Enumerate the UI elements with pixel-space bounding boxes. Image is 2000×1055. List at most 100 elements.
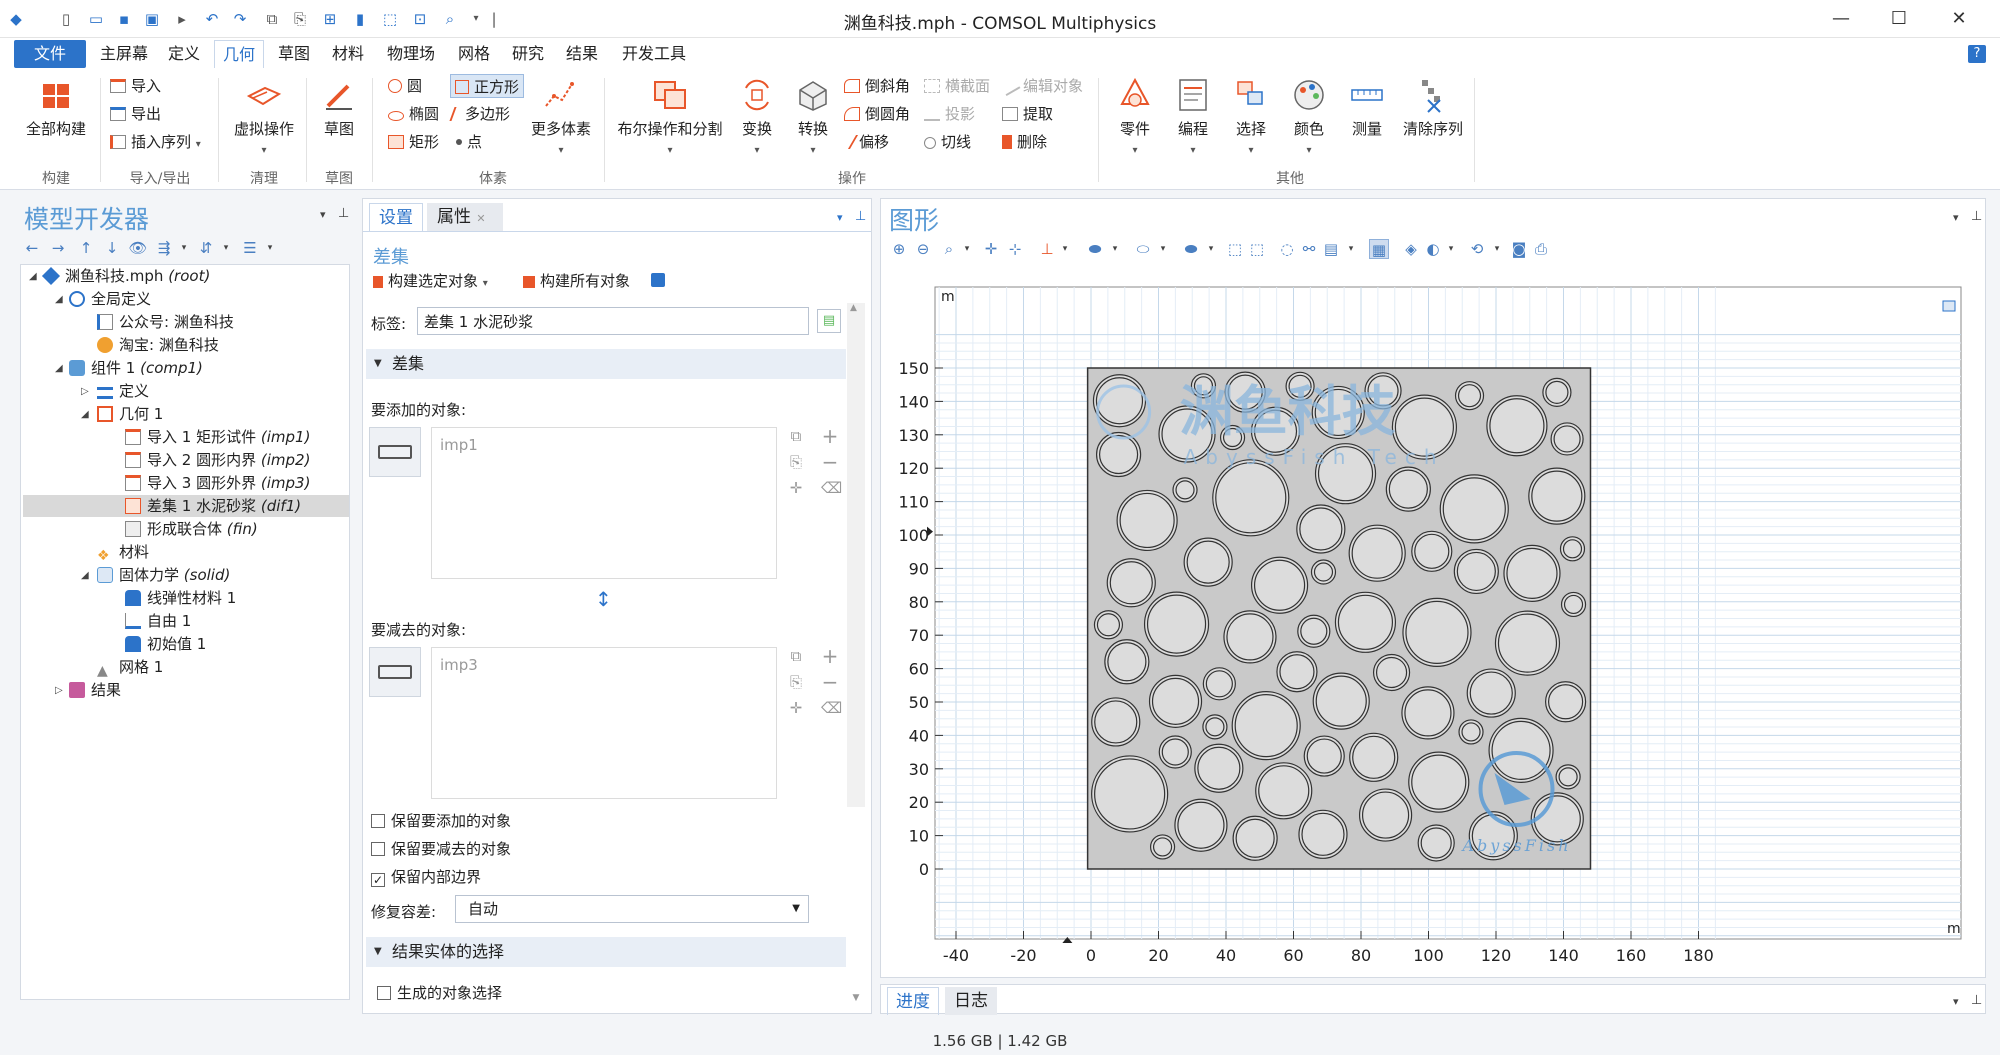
minimize-button[interactable]: — xyxy=(1818,4,1864,34)
active-toggle-button[interactable] xyxy=(369,647,421,697)
camera-icon[interactable]: ◙ xyxy=(1509,239,1529,259)
colors-button[interactable]: 颜色 ▾ xyxy=(1284,76,1334,157)
panel-menu-icon[interactable]: ▾ xyxy=(320,208,326,221)
sketch-button[interactable]: 草图 xyxy=(314,76,364,139)
copy-selection-icon[interactable]: ⧉ xyxy=(787,647,805,665)
select-boundaries-icon[interactable]: ⬭ xyxy=(1133,239,1153,259)
collapse-icon[interactable]: ◢ xyxy=(81,570,89,581)
pin-icon[interactable]: ⊥ xyxy=(1971,993,1982,1008)
add-icon[interactable]: + xyxy=(821,426,839,446)
edit-object-button[interactable]: 编辑对象 xyxy=(999,74,1083,98)
extract-button[interactable]: 提取 xyxy=(1002,102,1053,126)
pin-icon[interactable]: ⊥ xyxy=(1971,209,1982,224)
hide-icon[interactable]: ◌ xyxy=(1277,239,1297,259)
geometry-canvas[interactable]: -40 -20 0 20 40 60 80 100 120 140 160 1801501401301… xyxy=(883,269,1983,969)
select-box-icon[interactable]: ⬚ xyxy=(1225,239,1245,259)
delete-button[interactable]: 删除 xyxy=(1002,130,1047,154)
list-item[interactable]: imp1 xyxy=(440,436,478,454)
tree-node-form-union[interactable]: 形成联合体 (fin) xyxy=(125,518,258,540)
maximize-button[interactable]: ☐ xyxy=(1876,4,1922,34)
offset-button[interactable]: 偏移 xyxy=(839,130,889,154)
resulting-selection-checkbox[interactable]: 生成的对象选择 xyxy=(377,983,502,1003)
point-button[interactable]: 点 xyxy=(456,130,482,154)
label-reset-icon[interactable]: ▤ xyxy=(817,309,841,333)
clear-selection-icon[interactable]: ⌫ xyxy=(821,479,842,497)
help-icon[interactable]: ? xyxy=(1968,45,1986,63)
render-icon[interactable]: ◐ xyxy=(1423,239,1443,259)
move-up-icon[interactable]: ↑ xyxy=(76,238,96,258)
reset-view-icon[interactable]: ⟲ xyxy=(1467,239,1487,259)
tab-materials[interactable]: 材料 xyxy=(326,40,370,68)
pin-icon[interactable]: ⊥ xyxy=(338,206,349,221)
checkbox-box[interactable] xyxy=(371,842,385,856)
zoom-out-icon[interactable]: ⊖ xyxy=(913,239,933,259)
expand-icon[interactable]: ⇶ xyxy=(154,238,174,258)
conversions-button[interactable]: 转换 ▾ xyxy=(788,76,838,157)
tree-node-solid-mechanics[interactable]: 固体力学 (solid) xyxy=(97,564,230,586)
paste-selection-icon[interactable]: ⎘ xyxy=(787,453,805,471)
chevron-down-icon[interactable]: ▾ xyxy=(1341,239,1361,259)
transparency-icon[interactable]: ◈ xyxy=(1401,239,1421,259)
zoom-box-icon[interactable]: ⌕ xyxy=(939,239,959,259)
copy-selection-icon[interactable]: ⧉ xyxy=(787,427,805,445)
build-all-objects-button[interactable]: 构建所有对象 xyxy=(523,269,630,293)
close-button[interactable]: ✕ xyxy=(1936,4,1982,34)
scroll-down-icon[interactable]: ▼ xyxy=(847,993,865,1013)
more-primitives-button[interactable]: 更多体素 ▾ xyxy=(526,76,596,157)
axis-icon[interactable]: ⊥ xyxy=(1037,239,1057,259)
chevron-down-icon[interactable]: ▾ xyxy=(174,238,194,258)
swap-icon[interactable]: ↕ xyxy=(595,587,612,611)
view-icon[interactable]: ▤ xyxy=(1321,239,1341,259)
polygon-button[interactable]: 多边形 xyxy=(449,102,510,126)
collapse-icon[interactable]: ◢ xyxy=(29,271,37,282)
keep-add-checkbox[interactable]: 保留要添加的对象 xyxy=(371,811,511,831)
tree-node-free[interactable]: 自由 1 xyxy=(125,610,191,632)
tree-node-difference-selected[interactable]: 差集 1 水泥砂浆 (dif1) xyxy=(23,495,349,517)
clear-selection-icon[interactable]: ⌫ xyxy=(821,699,842,717)
zoom-selected-icon[interactable]: ⊹ xyxy=(1005,239,1025,259)
tab-study[interactable]: 研究 xyxy=(506,40,550,68)
panel-menu-icon[interactable]: ▾ xyxy=(1953,211,1959,224)
select-domains-icon[interactable]: ⬬ xyxy=(1181,239,1201,259)
tab-properties[interactable]: 属性 ✕ xyxy=(427,203,503,231)
scroll-up-icon[interactable]: ▲ xyxy=(850,303,857,313)
programming-button[interactable]: 编程 ▾ xyxy=(1168,76,1218,157)
rectangle-button[interactable]: 矩形 xyxy=(388,130,439,154)
expand-icon[interactable]: ▷ xyxy=(55,685,63,696)
collapse-icon[interactable]: ◢ xyxy=(55,363,63,374)
list-view-icon[interactable]: ☰ xyxy=(240,238,260,258)
zoom-extents-icon[interactable]: ✛ xyxy=(981,239,1001,259)
checkbox-box[interactable] xyxy=(377,986,391,1000)
tab-home[interactable]: 主屏幕 xyxy=(96,40,152,68)
chevron-down-icon[interactable]: ▾ xyxy=(1055,239,1075,259)
tree-node-linear-elastic[interactable]: 线弹性材料 1 xyxy=(125,587,236,609)
add-icon[interactable]: + xyxy=(821,646,839,666)
settings-scrollbar[interactable]: ▲ xyxy=(847,303,865,807)
transforms-button[interactable]: 变换 ▾ xyxy=(732,76,782,157)
selections-button[interactable]: 选择 ▾ xyxy=(1226,76,1276,157)
chevron-down-icon[interactable]: ▾ xyxy=(1105,239,1125,259)
chevron-down-icon[interactable]: ▾ xyxy=(1487,239,1507,259)
active-toggle-button[interactable] xyxy=(369,427,421,477)
tree-node-component[interactable]: 组件 1 (comp1) xyxy=(69,357,203,379)
tree-node-root[interactable]: 渊鱼科技.mph (root) xyxy=(41,265,210,287)
insert-sequence-button[interactable]: 插入序列 ▾ xyxy=(110,130,201,154)
tab-log[interactable]: 日志 xyxy=(945,987,997,1015)
ellipse-button[interactable]: 椭圆 xyxy=(388,102,439,126)
tab-progress[interactable]: 进度 xyxy=(887,987,939,1015)
chamfer-button[interactable]: 倒斜角 xyxy=(844,74,910,98)
section-difference[interactable]: 差集 xyxy=(366,349,846,379)
chevron-down-icon[interactable]: ▾ xyxy=(216,238,236,258)
tree-node-taobao[interactable]: 淘宝: 渊鱼科技 xyxy=(97,334,219,356)
tree-node-global-definitions[interactable]: 全局定义 xyxy=(69,288,151,310)
build-selected-button[interactable]: 构建选定对象 ▾ xyxy=(373,269,488,293)
back-icon[interactable]: ← xyxy=(22,238,42,258)
zoom-selected-icon[interactable]: ✛ xyxy=(787,479,805,497)
fillet-button[interactable]: 倒圆角 xyxy=(844,102,910,126)
collapse-icon[interactable]: ◢ xyxy=(55,294,63,305)
circle-button[interactable]: 圆 xyxy=(388,74,422,98)
tree-node-results[interactable]: 结果 xyxy=(69,679,121,701)
tab-definitions[interactable]: 定义 xyxy=(162,40,206,68)
build-all-button[interactable]: 全部构建 xyxy=(20,76,92,139)
import-button[interactable]: 导入 xyxy=(110,74,161,98)
